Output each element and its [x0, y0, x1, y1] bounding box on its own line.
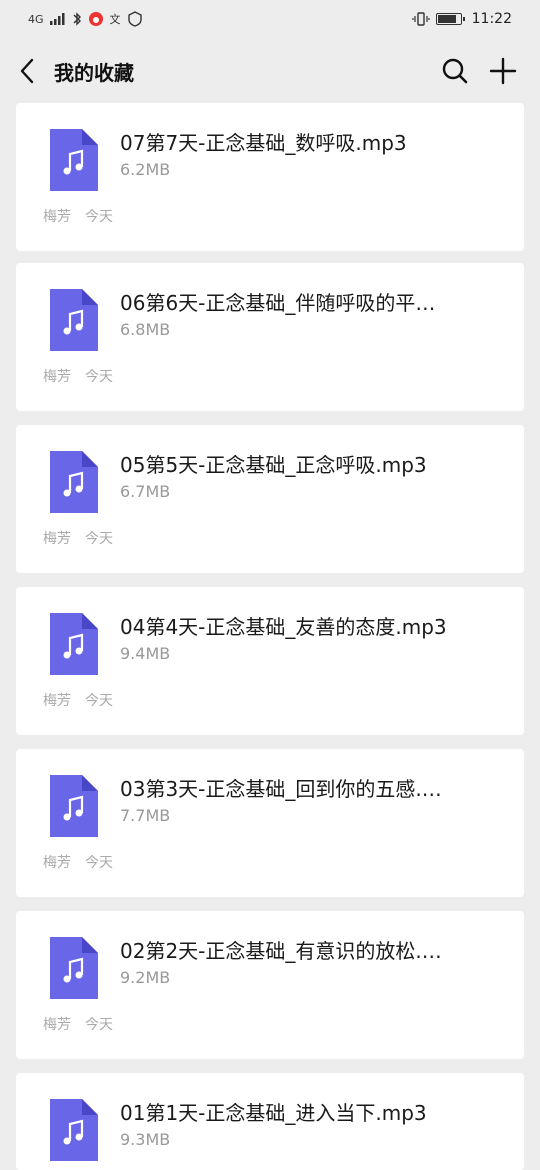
nav-actions — [440, 56, 540, 86]
item-meta: 梅芳 今天 — [43, 366, 113, 386]
item-date: 今天 — [85, 855, 113, 871]
file-name: 02第2天-正念基础_有意识的放松.… — [120, 939, 442, 963]
status-bar: 4G 文 11:22 — [0, 0, 540, 38]
item-source: 梅芳 — [43, 1017, 71, 1033]
status-left: 4G 文 — [28, 11, 143, 27]
item-date: 今天 — [85, 369, 113, 385]
chevron-left-icon — [20, 58, 34, 84]
audio-file-icon — [50, 451, 98, 513]
item-date: 今天 — [85, 693, 113, 709]
item-source: 梅芳 — [43, 531, 71, 547]
audio-file-icon — [50, 937, 98, 999]
list-item[interactable]: 02第2天-正念基础_有意识的放松.… 9.2MB 梅芳 今天 — [16, 911, 524, 1059]
file-name: 07第7天-正念基础_数呼吸.mp3 — [120, 131, 407, 155]
item-meta: 梅芳 今天 — [43, 528, 113, 548]
file-size: 6.8MB — [120, 320, 171, 339]
list-item[interactable]: 05第5天-正念基础_正念呼吸.mp3 6.7MB 梅芳 今天 — [16, 425, 524, 573]
file-size: 9.2MB — [120, 968, 171, 987]
item-meta: 梅芳 今天 — [43, 1014, 113, 1034]
vibrate-icon — [412, 12, 430, 26]
item-date: 今天 — [85, 209, 113, 225]
item-source: 梅芳 — [43, 693, 71, 709]
item-source: 梅芳 — [43, 369, 71, 385]
bluetooth-icon — [73, 12, 81, 26]
list-item[interactable]: 07第7天-正念基础_数呼吸.mp3 6.2MB 梅芳 今天 — [16, 103, 524, 251]
file-name: 01第1天-正念基础_进入当下.mp3 — [120, 1101, 427, 1125]
item-source: 梅芳 — [43, 855, 71, 871]
item-date: 今天 — [85, 531, 113, 547]
item-meta: 梅芳 今天 — [43, 690, 113, 710]
item-meta: 梅芳 今天 — [43, 206, 113, 226]
file-size: 6.7MB — [120, 482, 171, 501]
list-item[interactable]: 04第4天-正念基础_友善的态度.mp3 9.4MB 梅芳 今天 — [16, 587, 524, 735]
add-button[interactable] — [488, 56, 518, 86]
audio-file-icon — [50, 289, 98, 351]
item-meta: 梅芳 今天 — [43, 852, 113, 872]
file-size: 9.4MB — [120, 644, 171, 663]
search-button[interactable] — [440, 56, 470, 86]
search-icon — [442, 58, 468, 84]
audio-file-icon — [50, 613, 98, 675]
weibo-icon — [88, 12, 103, 26]
shield-icon — [127, 11, 142, 27]
audio-file-icon — [50, 775, 98, 837]
clock: 11:22 — [471, 11, 512, 27]
file-name: 06第6天-正念基础_伴随呼吸的平… — [120, 291, 436, 315]
list-item[interactable]: 01第1天-正念基础_进入当下.mp3 9.3MB — [16, 1073, 524, 1170]
page-title: 我的收藏 — [54, 60, 134, 85]
file-size: 6.2MB — [120, 160, 171, 179]
navigation-bar: 我的收藏 — [0, 38, 540, 104]
file-size: 9.3MB — [120, 1130, 171, 1149]
status-right: 11:22 — [412, 11, 512, 27]
file-name: 03第3天-正念基础_回到你的五感.… — [120, 777, 442, 801]
signal-icon — [49, 13, 65, 25]
file-name: 05第5天-正念基础_正念呼吸.mp3 — [120, 453, 427, 477]
list-item[interactable]: 06第6天-正念基础_伴随呼吸的平… 6.8MB 梅芳 今天 — [16, 263, 524, 411]
network-indicator: 4G — [28, 12, 44, 26]
item-source: 梅芳 — [43, 209, 71, 225]
back-button[interactable] — [0, 38, 54, 104]
list-item[interactable]: 03第3天-正念基础_回到你的五感.… 7.7MB 梅芳 今天 — [16, 749, 524, 897]
translate-app-icon: 文 — [109, 13, 121, 26]
audio-file-icon — [50, 129, 98, 191]
item-date: 今天 — [85, 1017, 113, 1033]
audio-file-icon — [50, 1099, 98, 1161]
file-size: 7.7MB — [120, 806, 171, 825]
file-name: 04第4天-正念基础_友善的态度.mp3 — [120, 615, 447, 639]
battery-icon — [435, 13, 465, 25]
plus-icon — [489, 57, 517, 85]
